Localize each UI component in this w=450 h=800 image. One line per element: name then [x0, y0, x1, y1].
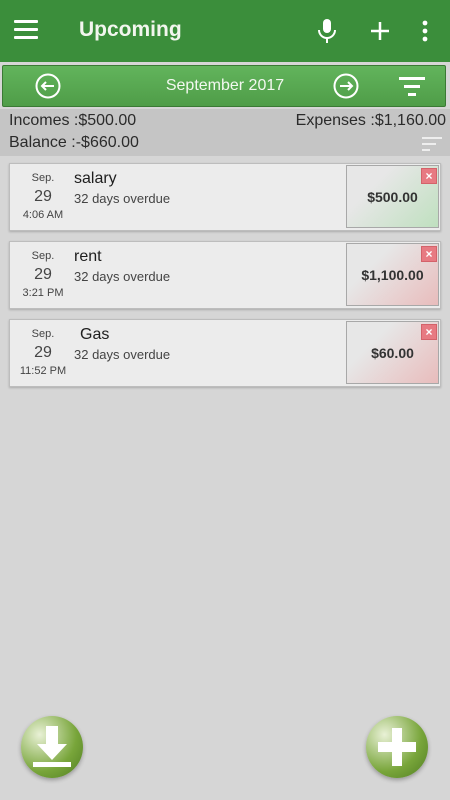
expenses-total: Expenses :$1,160.00: [295, 112, 446, 129]
add-icon: [378, 728, 416, 766]
item-day: 29: [34, 344, 52, 361]
microphone-icon[interactable]: [316, 18, 338, 44]
sort-icon[interactable]: [422, 137, 442, 151]
item-time: 11:52 PM: [19, 365, 67, 377]
item-month: Sep.: [31, 328, 55, 340]
item-month: Sep.: [31, 172, 55, 184]
page-title: Upcoming: [79, 18, 182, 41]
menu-icon[interactable]: [14, 20, 38, 40]
item-name: rent: [74, 248, 102, 265]
item-name: Gas: [80, 326, 110, 343]
delete-icon[interactable]: ×: [421, 168, 437, 184]
download-button[interactable]: [21, 716, 83, 778]
month-label: September 2017: [165, 77, 285, 94]
filter-icon[interactable]: [399, 75, 425, 97]
item-status: 32 days overdue: [74, 269, 171, 284]
list-item[interactable]: Sep. 29 4:06 AM salary 32 days overdue $…: [9, 163, 441, 231]
more-icon[interactable]: [418, 18, 432, 44]
month-navigation: September 2017: [2, 65, 446, 107]
plus-icon[interactable]: [368, 19, 392, 43]
balance-total: Balance :-$660.00: [9, 134, 139, 151]
summary-panel: Incomes :$500.00 Expenses :$1,160.00 Bal…: [0, 109, 450, 156]
incomes-total: Incomes :$500.00: [9, 112, 137, 129]
next-month-icon[interactable]: [333, 73, 359, 99]
add-button[interactable]: [366, 716, 428, 778]
list-item[interactable]: Sep. 29 11:52 PM Gas 32 days overdue $60…: [9, 319, 441, 387]
app-bar: Upcoming: [0, 0, 450, 62]
item-status: 32 days overdue: [74, 191, 171, 206]
item-name: salary: [74, 170, 117, 187]
item-month: Sep.: [31, 250, 55, 262]
item-time: 4:06 AM: [22, 209, 64, 221]
download-icon: [33, 726, 71, 767]
delete-icon[interactable]: ×: [421, 324, 437, 340]
item-day: 29: [34, 266, 52, 283]
delete-icon[interactable]: ×: [421, 246, 437, 262]
item-day: 29: [34, 188, 52, 205]
item-status: 32 days overdue: [74, 347, 171, 362]
item-time: 3:21 PM: [22, 287, 64, 299]
list-item[interactable]: Sep. 29 3:21 PM rent 32 days overdue $1,…: [9, 241, 441, 309]
